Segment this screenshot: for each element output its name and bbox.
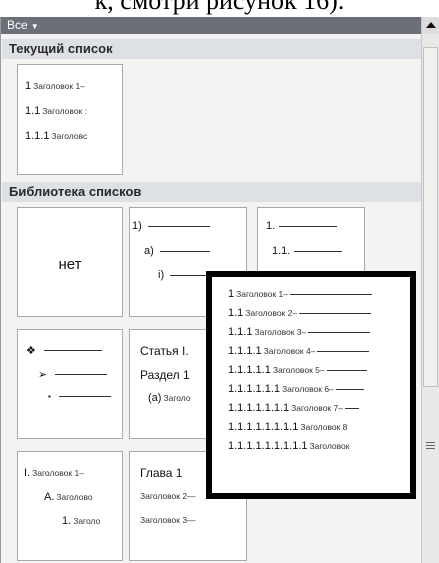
- list-item: 1): [132, 220, 210, 232]
- list-style-roman[interactable]: I. Заголовок 1– A. Заголово 1. Заголо: [17, 451, 123, 561]
- preview-row: 1 Заголовок 1–: [228, 288, 372, 300]
- list-item: ➢: [38, 368, 108, 381]
- list-preview-popup: 1 Заголовок 1– 1.1 Заголовок 2– 1.1.1 Загол…: [206, 271, 416, 499]
- section-list-library: Библиотека списков: [2, 182, 422, 202]
- list-style-none[interactable]: нет: [17, 207, 123, 317]
- document-caption: к, смотри рисунок 16).: [94, 0, 345, 15]
- preview-row: 1.1.1.1.1.1 Заголовок 6–: [228, 383, 364, 395]
- preview-row: 1.1.1.1.1 Заголовок 5–: [228, 364, 367, 376]
- list-item: Раздел 1: [140, 368, 190, 382]
- list-item: 1 Заголовок 1–: [25, 80, 85, 92]
- list-item: 1.1 Заголовок :: [25, 105, 87, 117]
- list-item: (а) Заголо: [148, 392, 191, 404]
- list-item: Заголовок 2—: [140, 491, 196, 501]
- diamond-bullet-icon: ❖: [26, 345, 36, 357]
- filter-label: Все: [7, 18, 28, 32]
- list-item: ❖: [26, 344, 102, 357]
- current-list-tile[interactable]: 1 Заголовок 1– 1.1 Заголовок : 1.1.1 Заголо…: [17, 64, 123, 175]
- list-style-bullets[interactable]: ❖ ➢ ▪: [17, 329, 123, 439]
- list-item: I. Заголовок 1–: [24, 467, 84, 479]
- list-item: Статья I.: [140, 344, 189, 358]
- list-item: 1.: [266, 220, 338, 232]
- dropdown-arrow-icon: ▼: [30, 22, 39, 31]
- list-item: 1.1.: [272, 245, 343, 257]
- preview-row: 1.1.1.1 Заголовок 4–: [228, 345, 370, 357]
- list-item: ▪: [48, 392, 111, 401]
- scroll-thumb[interactable]: [423, 47, 438, 387]
- vertical-scrollbar[interactable]: [421, 17, 439, 563]
- scroll-up-arrow-icon[interactable]: [422, 17, 439, 34]
- list-item: A. Заголово: [44, 491, 93, 503]
- preview-row: 1.1.1.1.1.1.1 Заголовок 7–: [228, 402, 359, 414]
- list-item: i): [158, 269, 211, 281]
- none-label: нет: [58, 256, 82, 273]
- arrow-bullet-icon: ➢: [38, 369, 48, 381]
- list-item: a): [144, 245, 210, 257]
- filter-dropdown[interactable]: Все ▼: [1, 17, 422, 34]
- list-item: Глава 1: [140, 466, 183, 480]
- section-current-list: Текущий список: [2, 39, 422, 59]
- square-bullet-icon: ▪: [48, 392, 51, 401]
- list-item: 1.1.1 Заголовс: [25, 130, 88, 142]
- list-item: Заголовок 3—: [140, 515, 196, 525]
- scroll-grip-icon: [426, 442, 435, 449]
- preview-row: 1.1.1.1.1.1.1.1.1 Заголовок: [228, 440, 350, 452]
- preview-row: 1.1.1.1.1.1.1.1 Заголовок 8: [228, 421, 348, 433]
- preview-row: 1.1 Заголовок 2–: [228, 307, 372, 319]
- list-item: 1. Заголо: [62, 515, 101, 527]
- preview-row: 1.1.1 Заголовок 3–: [228, 326, 371, 338]
